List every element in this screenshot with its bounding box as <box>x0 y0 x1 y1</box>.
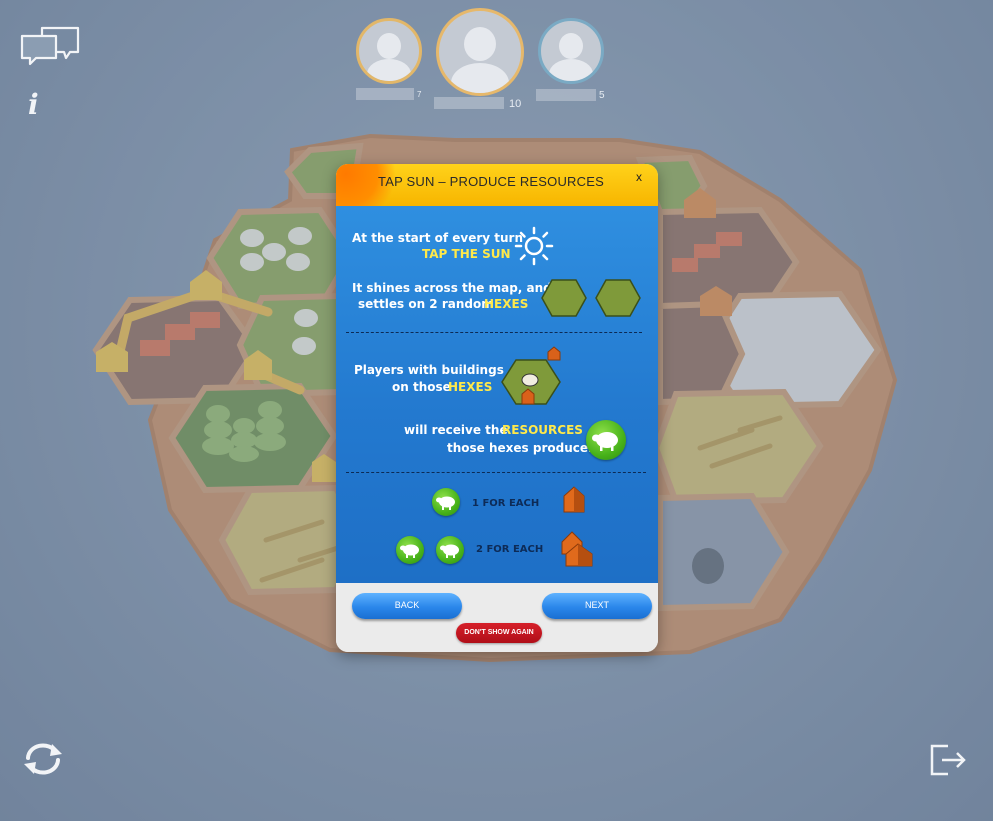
sheep-icon <box>396 536 424 564</box>
rule-text: 2 FOR EACH <box>476 544 544 555</box>
exit-icon[interactable] <box>928 742 968 778</box>
player-score: 7 <box>417 90 422 99</box>
refresh-icon[interactable] <box>20 740 66 778</box>
instruction-line: will receive the <box>404 423 508 437</box>
instruction-highlight: HEXES <box>484 297 529 311</box>
info-icon[interactable]: i <box>28 90 48 120</box>
dialog-header: TAP SUN – PRODUCE RESOURCES x <box>336 164 658 224</box>
hex-icon <box>594 278 642 318</box>
chat-icon[interactable] <box>20 26 82 66</box>
sheep-icon <box>586 420 626 460</box>
hex-with-buildings-icon <box>500 346 566 410</box>
rule-text: 1 FOR EACH <box>472 498 540 509</box>
tutorial-dialog: TAP SUN – PRODUCE RESOURCES x At the sta… <box>336 164 658 652</box>
instruction-line: Players with buildings <box>354 363 504 377</box>
player-avatar[interactable] <box>538 18 604 84</box>
city-icon <box>558 526 596 570</box>
instruction-highlight: TAP THE SUN <box>422 247 511 261</box>
player-name <box>536 89 596 101</box>
player-score: 5 <box>599 90 605 101</box>
instruction-highlight: RESOURCES <box>502 423 583 437</box>
hex-icon <box>540 278 588 318</box>
dialog-title: TAP SUN – PRODUCE RESOURCES <box>378 174 604 189</box>
instruction-line: on those <box>392 380 451 394</box>
house-icon <box>560 484 588 516</box>
player-name <box>356 88 414 100</box>
player-name <box>434 97 504 109</box>
player-avatar[interactable] <box>356 18 422 84</box>
player-score: 10 <box>509 98 522 110</box>
player-avatar-active[interactable] <box>436 8 524 96</box>
section-divider <box>346 472 646 473</box>
dialog-footer: BACK NEXT DON'T SHOW AGAIN <box>336 583 658 652</box>
next-button[interactable]: NEXT <box>542 593 652 619</box>
instruction-line: It shines across the map, and <box>352 281 552 295</box>
sheep-icon <box>436 536 464 564</box>
sheep-icon <box>432 488 460 516</box>
section-divider <box>346 332 642 333</box>
dont-show-again-button[interactable]: DON'T SHOW AGAIN <box>456 623 542 643</box>
close-icon[interactable]: x <box>632 170 646 186</box>
instruction-line: settles on 2 random <box>358 297 494 311</box>
sun-icon <box>514 226 554 266</box>
instruction-highlight: HEXES <box>448 380 493 394</box>
instruction-line: At the start of every turn <box>352 231 524 245</box>
dialog-body: At the start of every turn TAP THE SUN I… <box>336 206 658 583</box>
instruction-line: those hexes produce. <box>447 441 593 455</box>
back-button[interactable]: BACK <box>352 593 462 619</box>
